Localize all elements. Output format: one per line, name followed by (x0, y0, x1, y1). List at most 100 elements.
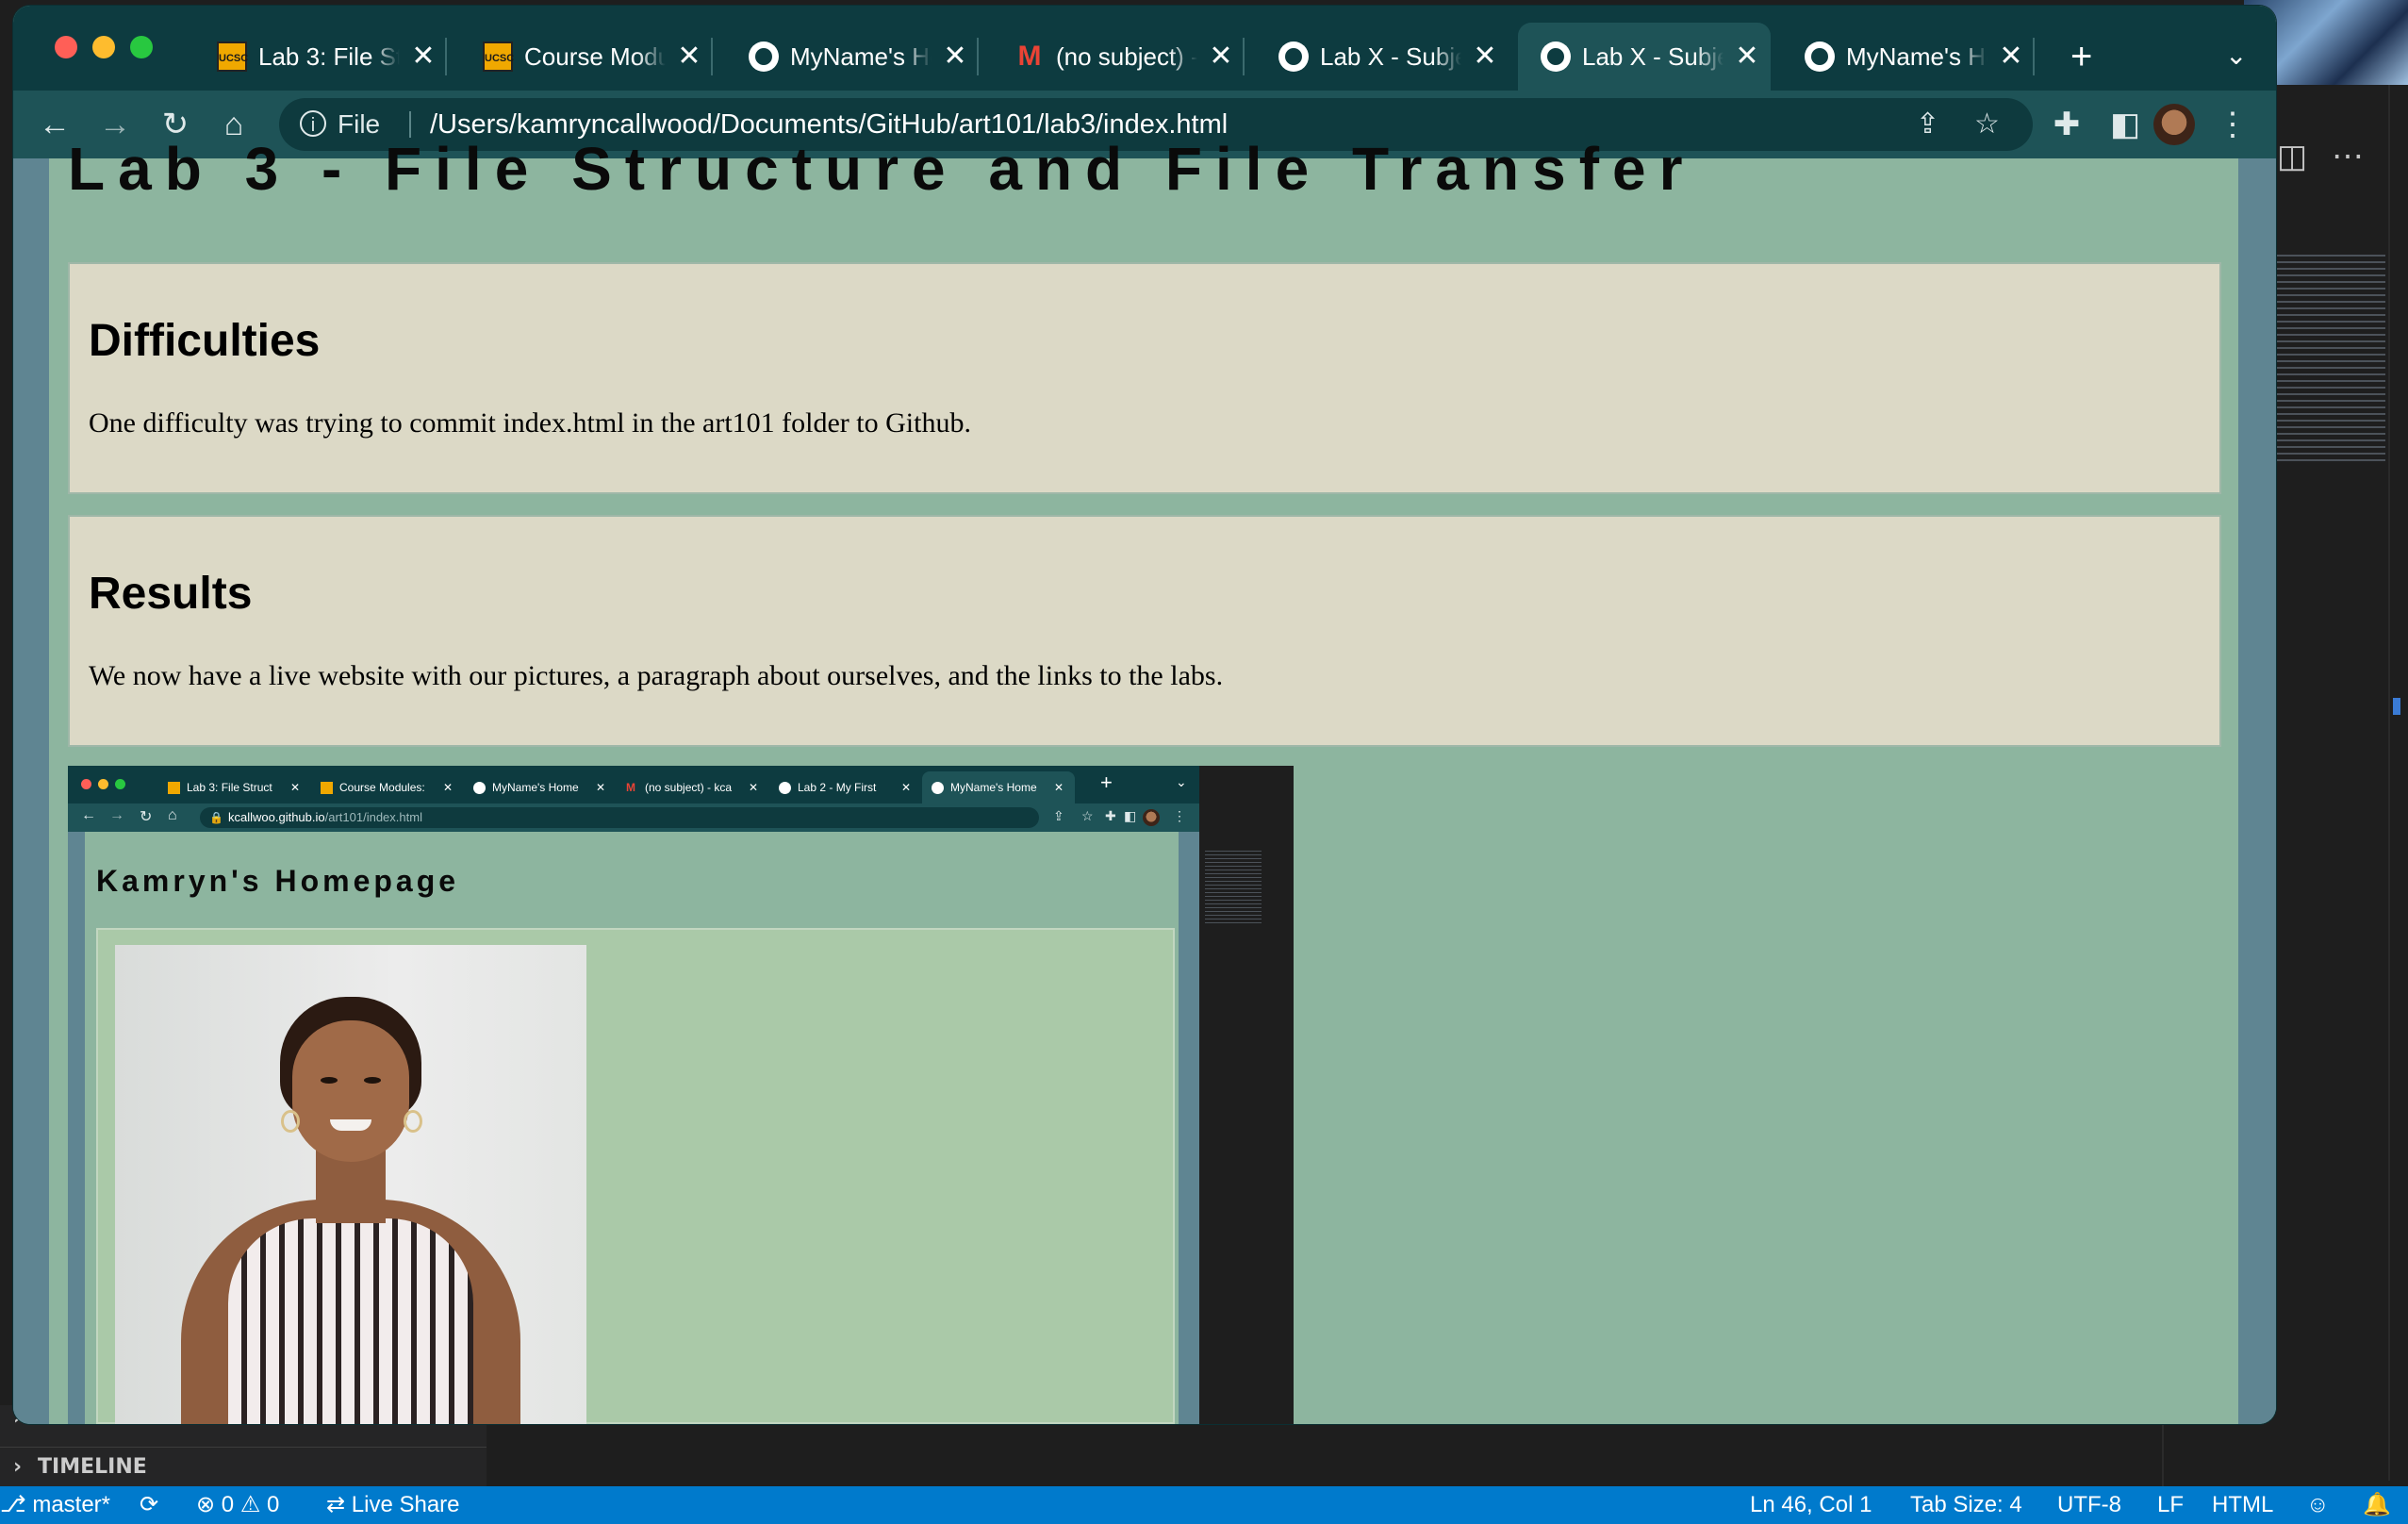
tab-separator (445, 38, 447, 75)
screenshot-close-light (81, 779, 91, 789)
screenshot-tab-strip: Lab 3: File Struct ✕ Course Modules: ✕ MyN… (68, 766, 1294, 803)
more-actions-icon[interactable]: ⋯ (2332, 138, 2364, 175)
error-icon: ⊗ (196, 1492, 216, 1517)
bookmark-star-icon[interactable]: ☆ (1974, 98, 2000, 151)
bell-icon[interactable]: 🔔 (2363, 1486, 2391, 1524)
minimize-window-button[interactable] (92, 36, 115, 58)
results-section: Results We now have a live website with … (68, 515, 2221, 747)
screenshot-zoom-light (115, 779, 125, 789)
tab-lab-x-active[interactable]: Lab X - Subje ✕ (1518, 23, 1771, 91)
ucsc-icon: UCSC (483, 41, 514, 72)
new-tab-button[interactable]: + (2070, 36, 2092, 77)
editor-title-actions: ◫ ⋯ (2268, 94, 2408, 174)
close-tab-icon[interactable]: ✕ (1469, 40, 1501, 74)
back-icon: ← (81, 807, 96, 823)
browser-menu-icon[interactable]: ⋮ (2216, 104, 2250, 145)
close-tab-icon[interactable]: ✕ (939, 40, 971, 74)
timeline-label: TIMELINE (38, 1455, 147, 1479)
photo-eye (364, 1077, 381, 1084)
screenshot-url-path: /art101/index.html (324, 810, 422, 824)
photo-earring (281, 1110, 300, 1133)
tab-title: Course Modu (524, 42, 666, 71)
vscode-editor-background (2263, 85, 2408, 1486)
close-tab-icon: ✕ (290, 781, 301, 794)
browser-window: UCSC Lab 3: File Str ✕ UCSC Course Modu … (13, 6, 2276, 1424)
tab-homepage[interactable]: MyName's Hc ✕ (726, 23, 979, 91)
profile-photo (115, 945, 586, 1424)
branch-name: master* (32, 1492, 111, 1517)
lock-icon: 🔒 (209, 811, 223, 824)
editor-minimap (2272, 255, 2385, 462)
timeline-panel-header[interactable]: › TIMELINE (13, 1449, 147, 1486)
cursor-position[interactable]: Ln 46, Col 1 (1750, 1486, 1872, 1524)
extensions-icon[interactable]: ✚ (2046, 104, 2087, 145)
close-tab-icon[interactable]: ✕ (1731, 40, 1763, 74)
branch-status[interactable]: ⎇ master* (0, 1486, 110, 1524)
section-heading: Results (89, 569, 253, 619)
tab-size-status[interactable]: Tab Size: 4 (1910, 1486, 2022, 1524)
globe-icon (779, 782, 791, 794)
screenshot-url: kcallwoo.github.io/art101/index.html (228, 807, 422, 828)
close-tab-icon: ✕ (443, 781, 454, 794)
tab-course-modules[interactable]: UCSC Course Modu ✕ (460, 23, 713, 91)
screenshot-tab-title: (no subject) - kca (645, 781, 733, 794)
screenshot-url-host: kcallwoo.github.io (228, 810, 325, 824)
tab-title: Lab X - Subje (1582, 42, 1724, 71)
tab-lab-x[interactable]: Lab X - Subje ✕ (1256, 23, 1509, 91)
tab-gmail[interactable]: M (no subject) - ✕ (992, 23, 1245, 91)
close-tab-icon[interactable]: ✕ (1205, 40, 1237, 74)
close-tab-icon: ✕ (901, 781, 912, 794)
screenshot-toolbar: ← → ↻ ⌂ 🔒 kcallwoo.github.io/art101/inde… (68, 803, 1199, 832)
feedback-icon[interactable]: ☺ (2306, 1486, 2330, 1524)
warning-icon: ⚠ (239, 1492, 261, 1517)
ucsc-icon (168, 782, 180, 794)
close-tab-icon[interactable]: ✕ (1995, 40, 2027, 74)
side-panel-icon: ◧ (1124, 808, 1137, 823)
close-tab-icon[interactable]: ✕ (407, 40, 439, 74)
tab-lab3[interactable]: UCSC Lab 3: File Str ✕ (194, 23, 447, 91)
globe-icon (473, 782, 486, 794)
editor-scroll-indicator[interactable] (2393, 698, 2400, 715)
extensions-icon: ✚ (1105, 808, 1116, 823)
sync-icon[interactable]: ⟳ (140, 1486, 158, 1524)
problems-status[interactable]: ⊗ 0 ⚠ 0 (196, 1486, 279, 1524)
language-status[interactable]: HTML (2212, 1486, 2273, 1524)
screenshot-tab-title: Course Modules: (339, 781, 425, 794)
close-tab-icon[interactable]: ✕ (673, 40, 705, 74)
screenshot-editor-area (1199, 766, 1294, 1424)
screenshot-tab-title: Lab 3: File Struct (187, 781, 272, 794)
tab-title: Lab X - Subje (1320, 42, 1461, 71)
new-tab-icon: + (1100, 770, 1113, 794)
screenshot-tab-title: Lab 2 - My First (798, 781, 877, 794)
zoom-window-button[interactable] (130, 36, 153, 58)
close-window-button[interactable] (55, 36, 77, 58)
globe-icon (1278, 41, 1309, 72)
screenshot-tab-title: MyName's Home (950, 781, 1037, 794)
tab-title: MyName's Hc (790, 42, 932, 71)
chevron-right-icon: › (13, 1455, 23, 1479)
encoding-status[interactable]: UTF-8 (2057, 1486, 2121, 1524)
split-editor-icon[interactable]: ◫ (2277, 138, 2307, 175)
photo-smile (330, 1119, 371, 1131)
close-tab-icon: ✕ (1054, 781, 1064, 794)
gmail-icon: M (1017, 41, 1042, 72)
info-icon[interactable]: i (300, 110, 326, 137)
live-share-button[interactable]: ⇄ Live Share (326, 1486, 460, 1524)
screenshot-tab: MyName's Home ✕ (464, 771, 617, 803)
ucsc-icon (321, 782, 333, 794)
share-icon[interactable]: ⇪ (1916, 98, 1939, 151)
bookmark-star-icon: ☆ (1081, 808, 1094, 823)
eol-status[interactable]: LF (2157, 1486, 2184, 1524)
ucsc-icon: UCSC (217, 41, 248, 72)
tab-separator (711, 38, 713, 75)
screenshot-tab: Lab 3: File Struct ✕ (158, 771, 311, 803)
tab-title: Lab 3: File Str (258, 42, 400, 71)
tab-homepage-2[interactable]: MyName's Hc ✕ (1782, 23, 2035, 91)
close-tab-icon: ✕ (596, 781, 606, 794)
photo-striped-top (228, 1218, 473, 1424)
tab-search-icon[interactable]: ⌄ (2225, 40, 2247, 71)
tab-strip: UCSC Lab 3: File Str ✕ UCSC Course Modu … (13, 6, 2276, 91)
vscode-panel-area (487, 1424, 2263, 1486)
side-panel-icon[interactable]: ◧ (2104, 104, 2146, 145)
profile-avatar[interactable] (2153, 104, 2195, 145)
